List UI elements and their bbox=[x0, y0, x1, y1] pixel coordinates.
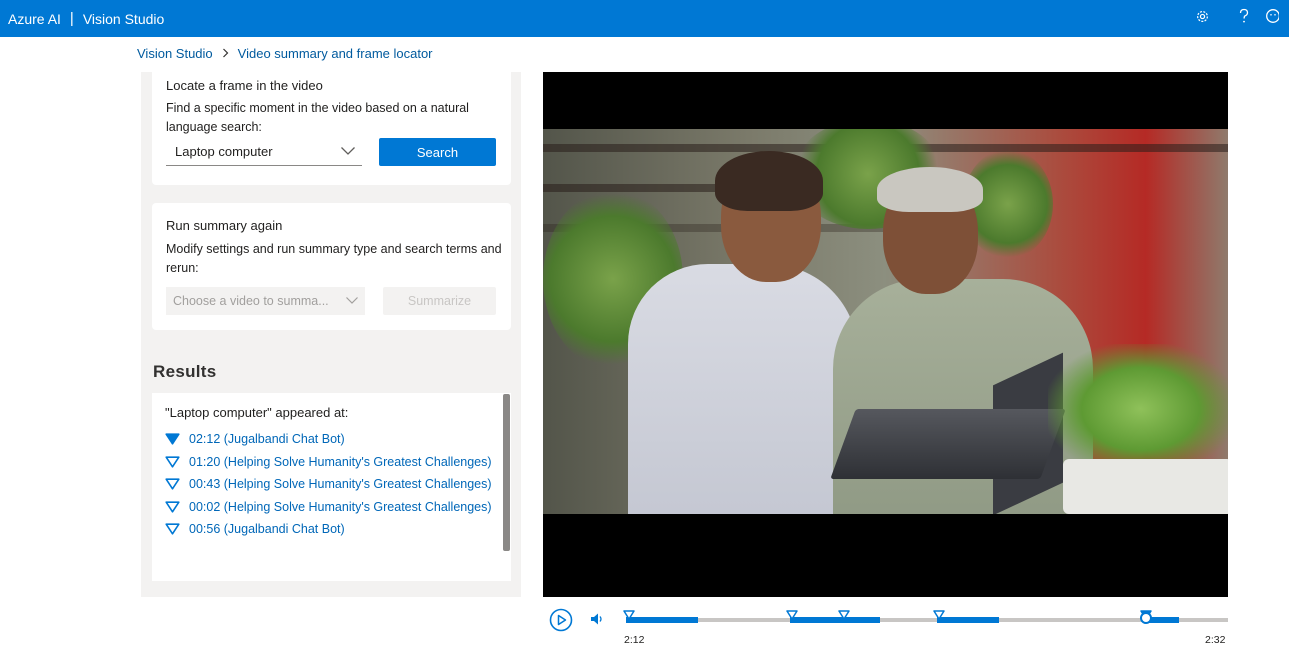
marker-filled-icon bbox=[165, 431, 180, 452]
left-panel: Locate a frame in the video Find a speci… bbox=[141, 72, 521, 597]
video-frame-image bbox=[543, 129, 1228, 514]
breadcrumb: Vision Studio Video summary and frame lo… bbox=[137, 46, 433, 61]
timeline-marker-icon[interactable] bbox=[933, 607, 945, 625]
settings-icon[interactable] bbox=[1181, 9, 1223, 29]
chevron-down-icon bbox=[340, 144, 356, 159]
timeline-marker-icon[interactable] bbox=[786, 607, 798, 625]
breadcrumb-vision-studio[interactable]: Vision Studio bbox=[137, 46, 213, 61]
results-list: 02:12 (Jugalbandi Chat Bot) 01:20 (Helpin… bbox=[165, 429, 495, 542]
marker-outline-icon bbox=[165, 499, 180, 520]
volume-icon[interactable] bbox=[589, 611, 607, 629]
timeline-segment bbox=[790, 617, 880, 623]
results-heading: "Laptop computer" appeared at: bbox=[165, 405, 349, 420]
duration: 2:32 bbox=[1205, 634, 1226, 646]
feedback-icon[interactable] bbox=[1265, 8, 1289, 29]
search-query-value: Laptop computer bbox=[175, 144, 273, 159]
help-icon[interactable] bbox=[1223, 8, 1265, 29]
locate-card-description: Find a specific moment in the video base… bbox=[166, 101, 469, 134]
choose-video-placeholder: Choose a video to summa... bbox=[173, 294, 329, 308]
locate-frame-card: Locate a frame in the video Find a speci… bbox=[152, 72, 511, 185]
chevron-right-icon bbox=[222, 47, 229, 61]
result-item[interactable]: 01:20 (Helping Solve Humanity's Greatest… bbox=[165, 452, 495, 475]
breadcrumb-current-page[interactable]: Video summary and frame locator bbox=[238, 46, 433, 61]
chevron-down-icon bbox=[345, 294, 359, 308]
brand[interactable]: Azure AI | Vision Studio bbox=[0, 10, 164, 27]
result-item-label: 00:56 (Jugalbandi Chat Bot) bbox=[189, 522, 345, 536]
result-item-label: 00:43 (Helping Solve Humanity's Greatest… bbox=[189, 477, 492, 491]
run-summary-card: Run summary again Modify settings and ru… bbox=[152, 203, 511, 330]
locate-card-title: Locate a frame in the video bbox=[166, 78, 323, 93]
results-list-box: "Laptop computer" appeared at: 02:12 (Ju… bbox=[152, 393, 502, 581]
app-name: Vision Studio bbox=[82, 10, 165, 27]
result-item[interactable]: 00:02 (Helping Solve Humanity's Greatest… bbox=[165, 497, 495, 520]
brand-separator: | bbox=[69, 10, 74, 27]
choose-video-dropdown[interactable]: Choose a video to summa... bbox=[166, 287, 365, 315]
marker-outline-icon bbox=[165, 476, 180, 497]
result-item-label: 01:20 (Helping Solve Humanity's Greatest… bbox=[189, 454, 492, 469]
results-scrollbar-thumb[interactable] bbox=[503, 394, 510, 551]
marker-outline-icon bbox=[165, 454, 180, 475]
result-item-label: 02:12 (Jugalbandi Chat Bot) bbox=[189, 432, 345, 446]
timeline-playhead[interactable] bbox=[1140, 612, 1152, 624]
timeline-marker-icon[interactable] bbox=[623, 607, 635, 625]
timeline-marker-icon[interactable] bbox=[838, 607, 850, 625]
search-button[interactable]: Search bbox=[379, 138, 496, 166]
play-icon[interactable] bbox=[549, 608, 573, 632]
timeline-segment bbox=[937, 617, 999, 623]
timeline-segment bbox=[626, 617, 698, 623]
summarize-button[interactable]: Summarize bbox=[383, 287, 496, 315]
marker-outline-icon bbox=[165, 521, 180, 542]
summary-card-description: Modify settings and run summary type and… bbox=[166, 242, 502, 275]
product-name: Azure AI bbox=[8, 10, 61, 27]
result-item[interactable]: 00:43 (Helping Solve Humanity's Greatest… bbox=[165, 474, 495, 497]
results-title: Results bbox=[153, 362, 217, 381]
video-timeline[interactable] bbox=[626, 617, 1228, 623]
current-time: 2:12 bbox=[624, 634, 645, 646]
result-item[interactable]: 02:12 (Jugalbandi Chat Bot) bbox=[165, 429, 495, 452]
video-player[interactable] bbox=[543, 72, 1228, 597]
search-query-dropdown[interactable]: Laptop computer bbox=[166, 138, 362, 166]
top-bar: Azure AI | Vision Studio bbox=[0, 0, 1289, 37]
result-item-label: 00:02 (Helping Solve Humanity's Greatest… bbox=[189, 499, 492, 514]
player-controls: 2:12 2:32 bbox=[543, 598, 1243, 658]
summary-card-title: Run summary again bbox=[166, 218, 283, 233]
result-item[interactable]: 00:56 (Jugalbandi Chat Bot) bbox=[165, 519, 495, 542]
